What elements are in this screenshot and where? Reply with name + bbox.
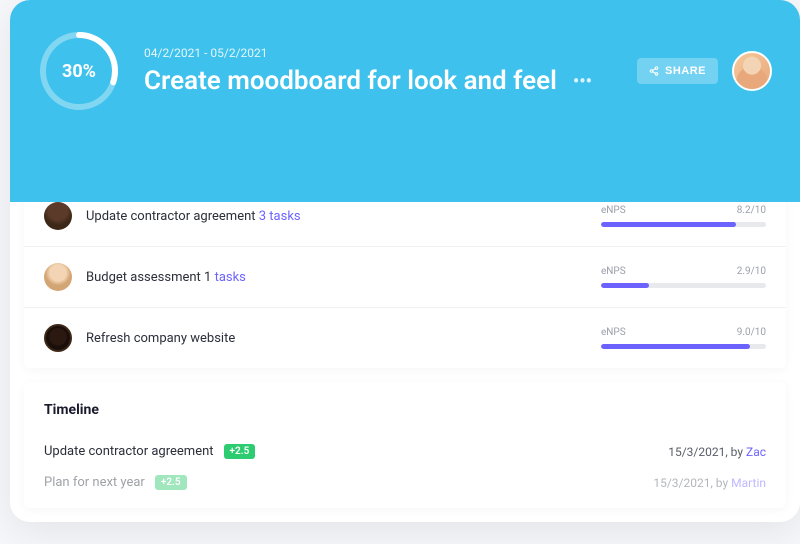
target-row[interactable]: Refresh company website eNPS 9.0/10 bbox=[24, 308, 786, 368]
timeline-panel: Timeline Update contractor agreement +2.… bbox=[24, 382, 786, 508]
timeline-title: Timeline bbox=[44, 402, 766, 418]
share-icon bbox=[649, 66, 659, 76]
delta-badge: +2.5 bbox=[224, 444, 256, 459]
assignee-avatar bbox=[44, 324, 72, 352]
progress-ring: 30% bbox=[38, 30, 120, 112]
date-range: 04/2/2021 - 05/2/2021 bbox=[144, 46, 613, 60]
task-link[interactable]: tasks bbox=[215, 270, 246, 285]
user-avatar[interactable] bbox=[732, 51, 772, 91]
metric-score: 2.9/10 bbox=[737, 266, 766, 277]
target-row[interactable]: Budget assessment 1 tasks eNPS 2.9/10 bbox=[24, 247, 786, 308]
progress-bar bbox=[601, 344, 766, 349]
delta-badge: +2.5 bbox=[155, 475, 187, 490]
hero-banner: 30% 04/2/2021 - 05/2/2021 Create moodboa… bbox=[10, 0, 800, 202]
task-link[interactable]: 3 tasks bbox=[259, 209, 301, 224]
target-text: Refresh company website bbox=[86, 331, 235, 346]
target-text: Update contractor agreement bbox=[86, 209, 256, 224]
share-button[interactable]: SHARE bbox=[637, 58, 718, 84]
progress-bar bbox=[601, 222, 766, 227]
timeline-text: Plan for next year bbox=[44, 475, 145, 490]
more-icon[interactable]: ••• bbox=[573, 71, 592, 92]
metric-label: eNPS bbox=[601, 205, 626, 216]
timeline-date: 15/3/2021, by bbox=[653, 476, 728, 490]
target-text: Budget assessment 1 bbox=[86, 270, 211, 285]
assignee-avatar bbox=[44, 263, 72, 291]
timeline-text: Update contractor agreement bbox=[44, 444, 214, 459]
progress-percent: 30% bbox=[62, 61, 96, 82]
metric-score: 8.2/10 bbox=[737, 205, 766, 216]
timeline-row[interactable]: Update contractor agreement +2.5 15/3/20… bbox=[44, 436, 766, 467]
page-title: Create moodboard for look and feel bbox=[144, 66, 557, 96]
progress-bar bbox=[601, 283, 766, 288]
metric-score: 9.0/10 bbox=[737, 327, 766, 338]
metric-label: eNPS bbox=[601, 327, 626, 338]
timeline-author[interactable]: Martin bbox=[731, 476, 766, 490]
timeline-date: 15/3/2021, by bbox=[668, 445, 743, 459]
timeline-author[interactable]: Zac bbox=[746, 445, 766, 459]
assignee-avatar bbox=[44, 202, 72, 230]
metric-label: eNPS bbox=[601, 266, 626, 277]
timeline-row[interactable]: Plan for next year +2.5 15/3/2021, by Ma… bbox=[44, 467, 766, 498]
